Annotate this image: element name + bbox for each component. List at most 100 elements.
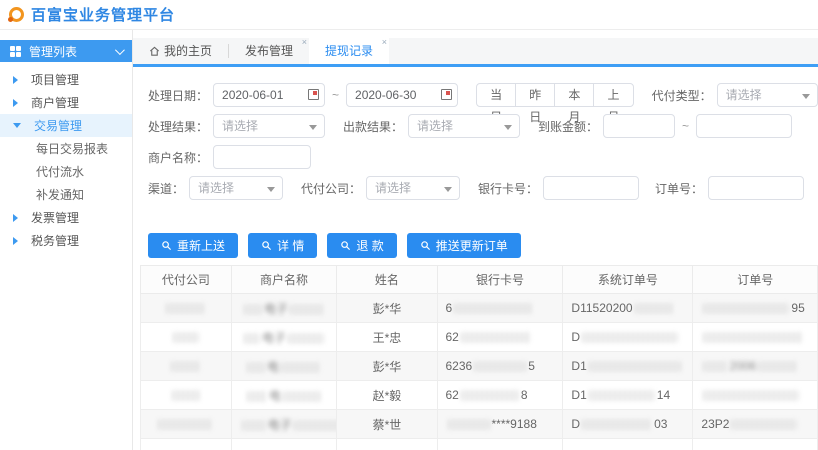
tab-label: 发布管理 xyxy=(245,38,293,64)
calendar-icon[interactable] xyxy=(308,89,319,100)
sidebar-item-daily-report[interactable]: 每日交易报表 xyxy=(0,137,132,160)
details-button[interactable]: 详 情 xyxy=(248,233,317,258)
cell-text: 23P2 xyxy=(701,417,729,431)
resend-button[interactable]: 重新上送 xyxy=(148,233,238,258)
select-value: 请选择 xyxy=(375,181,411,195)
push-update-order-button[interactable]: 推送更新订单 xyxy=(407,233,521,258)
redacted-smudge xyxy=(589,390,655,401)
sidebar-header[interactable]: 管理列表 xyxy=(0,40,132,62)
sidebar-item-invoice[interactable]: 发票管理 xyxy=(0,206,132,229)
table-row[interactable]: 电彭*华62365D12006 xyxy=(141,352,818,381)
cell-card: ****9188 xyxy=(437,410,563,439)
today-button[interactable]: 当日 xyxy=(476,83,516,107)
sidebar-item-label: 补发通知 xyxy=(36,186,84,203)
redacted-smudge xyxy=(474,361,526,372)
process-result-select[interactable]: 请选择 xyxy=(213,114,325,138)
sidebar-item-tax[interactable]: 税务管理 xyxy=(0,229,132,252)
action-bar: 重新上送 详 情 退 款 推 xyxy=(148,233,818,258)
sidebar-item-label: 商户管理 xyxy=(31,94,79,111)
tab-my-home[interactable]: 我的主页 xyxy=(133,38,228,64)
close-icon[interactable]: × xyxy=(302,38,307,47)
caret-down-icon xyxy=(504,125,512,130)
table-body: 电子彭*华6D1152020095电子王*忠62D电彭*华62365D12006… xyxy=(141,294,818,450)
sidebar-item-project[interactable]: 项目管理 xyxy=(0,68,132,91)
process-date-label: 处理日期： xyxy=(148,87,208,104)
app-header: 百富宝业务管理平台 xyxy=(0,0,818,30)
refund-button[interactable]: 退 款 xyxy=(327,233,396,258)
cell-merchant xyxy=(231,439,337,450)
caret-down-icon xyxy=(309,125,317,130)
chevron-right-icon xyxy=(13,99,18,107)
filter-panel: 处理日期： ~ 当日 昨日 本月 上月 代付类型： 请 xyxy=(133,67,818,200)
this-month-button[interactable]: 本月 xyxy=(554,83,594,107)
cell-text: 8 xyxy=(521,388,528,402)
last-month-button[interactable]: 上月 xyxy=(593,83,633,107)
pay-type-select[interactable]: 请选择 xyxy=(717,83,818,107)
channel-label: 渠道： xyxy=(148,180,184,197)
redacted-smudge xyxy=(703,390,799,401)
sidebar-item-label: 发票管理 xyxy=(31,209,79,226)
cell-order xyxy=(693,323,818,352)
cell-text: 彭*华 xyxy=(373,360,402,374)
cell-text: 电子 xyxy=(264,302,288,316)
sidebar-item-reissue-notice[interactable]: 补发通知 xyxy=(0,183,132,206)
redacted-smudge xyxy=(281,362,321,373)
magnifier-icon xyxy=(161,240,172,251)
calendar-icon[interactable] xyxy=(441,89,452,100)
yesterday-button[interactable]: 昨日 xyxy=(515,83,555,107)
cell-name xyxy=(337,439,437,450)
amount-from-input[interactable] xyxy=(603,114,675,138)
sidebar-item-payment-flow[interactable]: 代付流水 xyxy=(0,160,132,183)
filter-row-1: 处理日期： ~ 当日 昨日 本月 上月 代付类型： 请 xyxy=(148,83,818,107)
close-icon[interactable]: × xyxy=(382,38,387,47)
table-row[interactable]: 电子王*忠62D xyxy=(141,323,818,352)
cell-name: 蔡*世 xyxy=(337,410,437,439)
table-row[interactable]: 电赵*毅628D114 xyxy=(141,381,818,410)
redacted-smudge xyxy=(247,362,265,373)
cell-company xyxy=(141,294,232,323)
redacted-smudge xyxy=(703,332,803,343)
amount-to-input[interactable] xyxy=(696,114,792,138)
tab-publish-management[interactable]: 发布管理 × xyxy=(229,38,309,64)
redacted-smudge xyxy=(589,361,681,372)
cell-text: 赵*毅 xyxy=(373,389,402,403)
table-row[interactable]: 电子彭*华6D1152020095 xyxy=(141,294,818,323)
cell-sys_order: D114 xyxy=(563,381,693,410)
cell-card xyxy=(437,439,563,450)
tilde-separator: ~ xyxy=(682,119,689,133)
cell-company xyxy=(141,323,232,352)
filter-row-2: 处理结果： 请选择 出款结果： 请选择 到账金额： ~ xyxy=(148,114,818,138)
redacted-smudge xyxy=(244,333,260,344)
redacted-smudge xyxy=(283,391,321,402)
magnifier-icon xyxy=(340,240,351,251)
cell-merchant: 电子 xyxy=(231,323,337,352)
redacted-smudge xyxy=(454,303,532,314)
button-label: 重新上送 xyxy=(177,237,225,254)
cell-text: 03 xyxy=(654,417,667,431)
table-row[interactable]: 电子蔡*世****9188D0323P2 xyxy=(141,410,818,439)
tab-withdrawal-records[interactable]: 提现记录 × xyxy=(309,38,389,64)
payout-result-select[interactable]: 请选择 xyxy=(408,114,520,138)
sidebar-item-transaction[interactable]: 交易管理 xyxy=(0,114,132,137)
cell-text: 电 xyxy=(269,389,281,403)
cell-sys_order: D xyxy=(563,323,693,352)
order-no-label: 订单号： xyxy=(655,180,703,197)
cell-company xyxy=(141,439,232,450)
cell-text: 电子 xyxy=(268,418,292,432)
chevron-right-icon xyxy=(13,214,18,222)
channel-select[interactable]: 请选择 xyxy=(189,176,283,200)
order-no-input[interactable] xyxy=(708,176,804,200)
magnifier-icon xyxy=(420,240,431,251)
cell-merchant: 电子 xyxy=(231,294,337,323)
bank-card-input[interactable] xyxy=(543,176,639,200)
redacted-smudge xyxy=(247,391,267,402)
pay-company-select[interactable]: 请选择 xyxy=(366,176,460,200)
button-label: 推送更新订单 xyxy=(436,237,508,254)
table-row[interactable] xyxy=(141,439,818,450)
merchant-name-input[interactable] xyxy=(213,145,311,169)
pay-company-label: 代付公司： xyxy=(301,180,361,197)
cell-merchant: 电 xyxy=(231,352,337,381)
sidebar-item-merchant[interactable]: 商户管理 xyxy=(0,91,132,114)
cell-order: 23P2 xyxy=(693,410,818,439)
redacted-smudge xyxy=(461,332,531,343)
